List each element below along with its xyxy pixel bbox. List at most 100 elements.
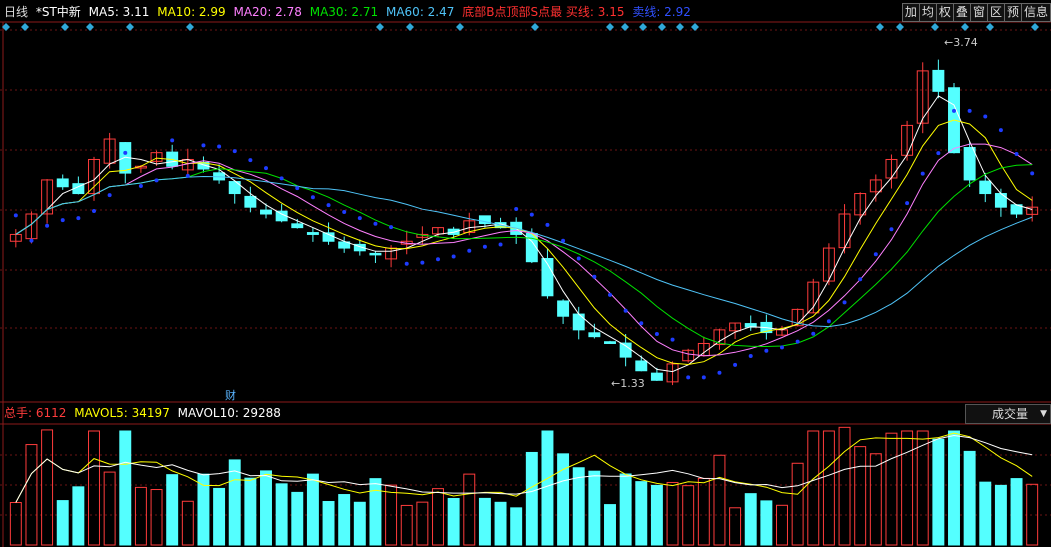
sar-dot [733,362,738,367]
sar-dot [201,143,206,148]
sar-dot [561,238,566,243]
candle-body [369,252,382,256]
sar-dot [701,375,706,380]
volume-bar [525,451,538,546]
sar-dot [514,207,519,212]
candle-body [291,223,304,229]
volume-bar [119,430,132,546]
sar-dot [154,178,159,183]
ma30-label: MA30: 2.71 [309,5,379,19]
high-price-value: 3.74 [953,36,978,49]
price-legend: 日线 *ST中新 MA5: 3.11 MA10: 2.99 MA20: 2.78… [4,5,695,19]
candle-body [963,147,976,181]
sar-dot [373,221,378,226]
volume-bar [572,467,585,546]
volume-bar [72,486,85,546]
ma5-label: MA5: 3.11 [88,5,150,19]
toolbar-range[interactable]: 区 [986,3,1004,22]
volume-bar [291,491,304,546]
sar-dot [185,173,190,178]
sar-dot [983,114,988,119]
ma60-label: MA60: 2.47 [385,5,455,19]
sar-dot [780,345,784,350]
volume-bar [166,474,179,546]
toolbar-info[interactable]: 信息 [1020,3,1051,22]
sar-dot [295,186,300,191]
background [0,0,1051,547]
volume-bar [447,497,460,546]
sar-dot [545,222,550,227]
sar-dot [936,151,941,156]
sar-dot [608,292,612,297]
volume-bar [541,430,554,546]
sar-dot [1030,171,1035,176]
sar-dot [623,308,628,313]
period-label: 日线 [4,5,29,19]
signal-label: 底部B点顶部S点最 买线: 3.15 [462,5,625,19]
volume-bar [228,459,241,546]
volume-bar [56,500,69,546]
finance-marker[interactable]: 财 [225,387,236,403]
sar-dot [842,300,847,305]
sar-dot [795,339,800,344]
candle-body [572,313,585,331]
volume-bar [478,497,491,546]
toolbar-rights[interactable]: 权 [935,3,953,22]
chart-grid [0,0,1051,547]
chevron-down-icon: ▼ [1040,409,1047,419]
candle-body [244,195,257,208]
volume-bar [994,484,1007,546]
volume-bar [979,481,992,546]
volume-bar [604,504,616,546]
toolbar-forecast[interactable]: 预 [1003,3,1021,22]
sar-dot [592,274,597,279]
toolbar-average[interactable]: 均 [918,3,936,22]
sar-dot [232,149,237,154]
candle-body [56,178,69,188]
volume-bar [760,500,773,546]
sar-dot [248,158,253,163]
volume-bar [744,493,757,546]
sar-dot [826,319,831,324]
sar-dot [576,256,581,261]
volume-bar [213,487,226,546]
sar-dot [279,176,284,181]
sar-dot [717,370,722,375]
candle-body [994,193,1007,208]
volume-bar [494,501,507,546]
indicator-selector-label: 成交量 [992,407,1029,421]
volume-bar [963,450,976,546]
stock-name: *ST中新 [35,5,81,19]
sar-dot [920,171,925,176]
sar-dot [404,261,409,266]
toolbar-overlay[interactable]: 叠 [952,3,970,22]
sar-dot [873,252,878,257]
sar-dot [451,254,456,259]
sar-dot [357,216,362,221]
sar-dot [92,209,96,214]
toolbar-add[interactable]: 加 [901,3,919,22]
sar-dot [13,213,18,218]
volume-bar [306,473,319,546]
ma20-label: MA20: 2.78 [233,5,302,19]
volume-bar [275,483,288,546]
sar-dot [420,260,425,265]
indicator-selector[interactable]: 成交量 ▼ [965,404,1051,424]
sar-dot [107,193,112,198]
high-price-label: ←3.74 [944,36,978,49]
volume-bar [197,473,210,546]
volume-bar [260,470,272,546]
sar-dot [342,209,347,214]
sar-dot [905,201,910,206]
volume-bar [244,477,257,546]
toolbar-window[interactable]: 窗 [969,3,987,22]
sar-dot [29,238,34,243]
candle-body [619,342,632,358]
candle-body [932,69,945,92]
low-price-label: ←1.33 [611,377,645,390]
sar-dot [482,244,487,249]
ma10-label: MA10: 2.99 [157,5,226,19]
sar-dot [264,166,268,171]
candle-body [306,232,319,235]
mavol5-label: MAVOL5: 34197 [74,406,170,420]
